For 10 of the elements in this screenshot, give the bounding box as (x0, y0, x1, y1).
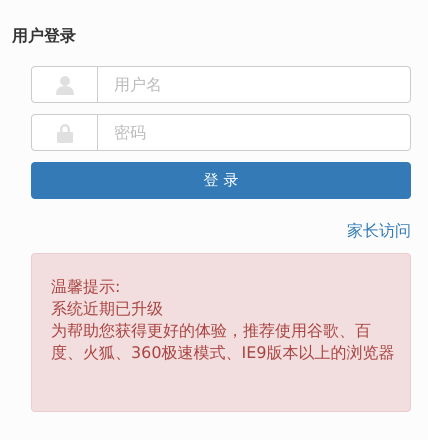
notice-text: 温馨提示: (51, 276, 122, 298)
parent-access-link[interactable]: 家长访问 (347, 220, 411, 242)
notice-text: 为帮助您获得更好的体验，推荐使用谷歌、百度、火狐、360极速模式、IE9版本以上的浏览器 (51, 320, 396, 364)
login-button[interactable]: 登 录 (31, 162, 411, 199)
password-field[interactable]: 密码 (98, 114, 411, 151)
user-icon (54, 74, 74, 94)
notice-text: 系统近期已升级 (51, 298, 164, 320)
username-field[interactable]: 用户名 (98, 66, 411, 103)
lock-icon (56, 122, 74, 142)
page-title: 用户登录 (10, 25, 77, 47)
